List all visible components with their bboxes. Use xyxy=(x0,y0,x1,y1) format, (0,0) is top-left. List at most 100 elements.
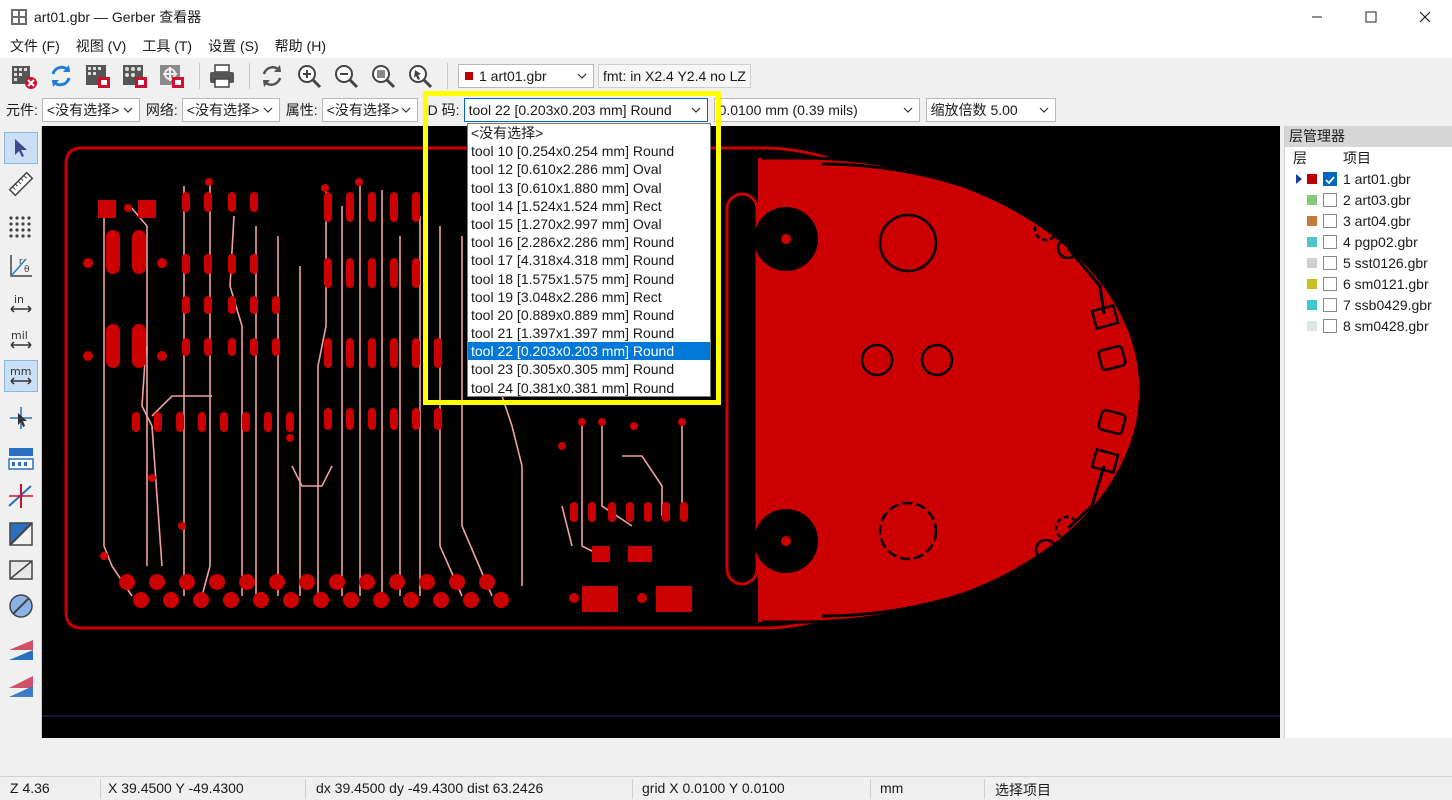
dcode-select[interactable]: tool 22 [0.203x0.203 mm] Round xyxy=(463,98,708,122)
checkmark-icon xyxy=(1325,176,1335,185)
minimize-button[interactable] xyxy=(1290,0,1344,34)
layer-visibility-checkbox[interactable] xyxy=(1323,298,1337,312)
menu-tools[interactable]: 工具 (T) xyxy=(134,35,200,57)
measure-ruler-icon xyxy=(8,171,34,197)
layer-row[interactable]: 2 art03.gbr xyxy=(1285,190,1452,211)
mil-units-button[interactable]: mil xyxy=(4,324,38,356)
layer-name: 8 sm0428.gbr xyxy=(1343,318,1429,334)
clear-layers-button[interactable] xyxy=(8,60,40,92)
dcode-option[interactable]: tool 19 [3.048x2.286 mm] Rect xyxy=(468,288,710,306)
dcode-option[interactable]: <没有选择> xyxy=(468,124,710,142)
dcode-option[interactable]: tool 24 [0.381x0.381 mm] Round xyxy=(468,379,710,397)
zoom-in-button[interactable] xyxy=(293,60,325,92)
menu-view[interactable]: 视图 (V) xyxy=(68,35,135,57)
dcode-option[interactable]: tool 16 [2.286x2.286 mm] Round xyxy=(468,233,710,251)
grid-toggle-button[interactable] xyxy=(4,212,38,244)
layer-color-swatch xyxy=(1307,300,1317,310)
layer-name: 2 art03.gbr xyxy=(1343,192,1411,208)
dcode-option[interactable]: tool 15 [1.270x2.997 mm] Oval xyxy=(468,215,710,233)
status-separator xyxy=(632,779,633,799)
dcode-option[interactable]: tool 18 [1.575x1.575 mm] Round xyxy=(468,270,710,288)
component-label: 元件: xyxy=(6,102,38,118)
window-title: art01.gbr — Gerber 查看器 xyxy=(34,9,202,25)
redraw-button[interactable] xyxy=(256,60,288,92)
status-grid: grid X 0.0100 Y 0.0100 xyxy=(642,780,785,796)
cursor-shape-button[interactable] xyxy=(4,402,38,434)
polar-coords-button[interactable]: rθ xyxy=(4,250,38,282)
layer-color-swatch xyxy=(1307,258,1317,268)
diff-mode-button[interactable] xyxy=(4,634,38,666)
attribute-value: <没有选择> xyxy=(326,102,400,118)
measure-tool-button[interactable] xyxy=(4,168,38,200)
layer-visibility-checkbox[interactable] xyxy=(1323,235,1337,249)
chevron-down-icon xyxy=(123,107,133,113)
layer-visibility-checkbox[interactable] xyxy=(1323,319,1337,333)
minimize-icon xyxy=(1312,16,1322,18)
status-separator xyxy=(100,779,101,799)
dcode-value: tool 22 [0.203x0.203 mm] Round xyxy=(468,102,672,118)
polygons-sketch-button[interactable] xyxy=(4,554,38,586)
layer-manager-columns: 层 项目 xyxy=(1285,147,1452,169)
lines-sketch-button[interactable] xyxy=(4,518,38,550)
zoom-out-button[interactable] xyxy=(330,60,362,92)
layer-visibility-checkbox[interactable] xyxy=(1323,193,1337,207)
layer-visibility-checkbox[interactable] xyxy=(1323,256,1337,270)
dcode-option[interactable]: tool 13 [0.610x1.880 mm] Oval xyxy=(468,179,710,197)
dcode-option[interactable]: tool 14 [1.524x1.524 mm] Rect xyxy=(468,197,710,215)
layer-row[interactable]: 8 sm0428.gbr xyxy=(1285,316,1452,337)
layer-row[interactable]: 5 sst0126.gbr xyxy=(1285,253,1452,274)
layer-color-swatch xyxy=(1307,321,1317,331)
dcode-display-button[interactable] xyxy=(4,442,38,474)
dcode-option[interactable]: tool 20 [0.889x0.889 mm] Round xyxy=(468,306,710,324)
inch-units-button[interactable]: in xyxy=(4,288,38,320)
dcode-option[interactable]: tool 21 [1.397x1.397 mm] Round xyxy=(468,324,710,342)
layer-visibility-checkbox[interactable] xyxy=(1323,214,1337,228)
open-gerber-button[interactable] xyxy=(82,60,114,92)
dcode-option[interactable]: tool 23 [0.305x0.305 mm] Round xyxy=(468,360,710,378)
layer-row[interactable]: 3 art04.gbr xyxy=(1285,211,1452,232)
layer-color-swatch xyxy=(1307,237,1317,247)
menu-settings[interactable]: 设置 (S) xyxy=(200,35,267,57)
component-select[interactable]: <没有选择> xyxy=(41,98,140,122)
dcode-option-selected[interactable]: tool 22 [0.203x0.203 mm] Round xyxy=(468,342,710,361)
dcode-option[interactable]: tool 10 [0.254x0.254 mm] Round xyxy=(468,142,710,160)
open-zip-button[interactable] xyxy=(156,60,188,92)
status-bar: Z 4.36 X 39.4500 Y -49.4300 dx 39.4500 d… xyxy=(0,776,1452,800)
active-layer-select[interactable]: 1 art01.gbr xyxy=(458,64,594,88)
maximize-button[interactable] xyxy=(1344,0,1398,34)
menu-file[interactable]: 文件 (F) xyxy=(2,35,68,57)
zoom-fit-button[interactable] xyxy=(367,60,399,92)
net-select[interactable]: <没有选择> xyxy=(181,98,280,122)
dcode-option[interactable]: tool 17 [4.318x4.318 mm] Round xyxy=(468,251,710,269)
menu-help[interactable]: 帮助 (H) xyxy=(267,35,334,57)
reload-button[interactable] xyxy=(45,60,77,92)
layers-stacked-button[interactable] xyxy=(4,670,38,702)
svg-text:in: in xyxy=(14,293,24,306)
left-toolbar: rθ in mil mm xyxy=(0,126,42,738)
mm-units-button[interactable]: mm xyxy=(4,360,38,392)
zoom-selection-button[interactable] xyxy=(404,60,436,92)
open-drill-icon xyxy=(123,65,147,88)
layer-visibility-checkbox[interactable] xyxy=(1323,277,1337,291)
select-tool-button[interactable] xyxy=(4,132,38,164)
grid-select[interactable]: 0.0100 mm (0.39 mils) xyxy=(713,98,920,122)
print-button[interactable] xyxy=(206,60,238,92)
close-button[interactable] xyxy=(1398,0,1452,34)
app-icon xyxy=(11,9,27,25)
layer-manager-title: 层管理器 xyxy=(1285,126,1452,147)
dcode-option[interactable]: tool 12 [0.610x2.286 mm] Oval xyxy=(468,160,710,178)
negative-objects-button[interactable] xyxy=(4,590,38,622)
layer-visibility-checkbox[interactable] xyxy=(1323,172,1337,186)
flashed-sketch-button[interactable] xyxy=(4,480,38,512)
attribute-select[interactable]: <没有选择> xyxy=(321,98,418,122)
net-value: <没有选择> xyxy=(186,102,260,118)
status-separator xyxy=(305,779,306,799)
redraw-icon xyxy=(262,65,282,87)
layer-row[interactable]: 6 sm0121.gbr xyxy=(1285,274,1452,295)
open-drill-button[interactable] xyxy=(119,60,151,92)
layer-row[interactable]: 7 ssb0429.gbr xyxy=(1285,295,1452,316)
lines-sketch-icon xyxy=(9,522,33,546)
zoom-select[interactable]: 缩放倍数 5.00 xyxy=(925,98,1056,122)
layer-row[interactable]: 4 pgp02.gbr xyxy=(1285,232,1452,253)
layer-row[interactable]: 1 art01.gbr xyxy=(1285,169,1452,190)
